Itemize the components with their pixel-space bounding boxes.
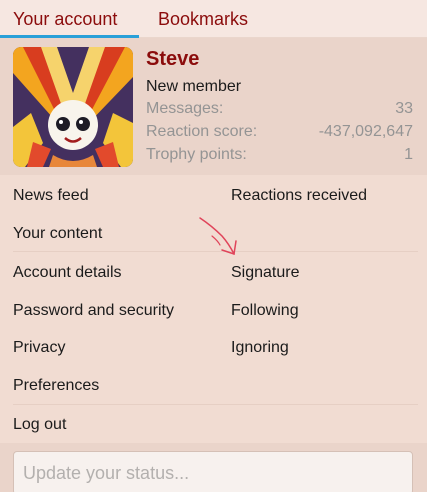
profile-summary: Steve New member Messages: 33 Reaction s… <box>0 38 427 175</box>
stat-label-trophy-points: Trophy points: <box>146 146 247 163</box>
status-bar <box>0 443 427 492</box>
menu-divider <box>13 251 418 252</box>
account-tabs: Your account Bookmarks <box>0 0 427 38</box>
menu-signature[interactable]: Signature <box>231 263 300 283</box>
menu-preferences[interactable]: Preferences <box>13 376 99 396</box>
menu-account-details[interactable]: Account details <box>13 263 122 283</box>
menu-password-and-security[interactable]: Password and security <box>13 301 174 321</box>
tab-bookmarks[interactable]: Bookmarks <box>145 0 261 38</box>
stat-value-messages: 33 <box>395 100 413 117</box>
tab-your-account[interactable]: Your account <box>0 0 139 38</box>
menu-news-feed[interactable]: News feed <box>13 186 89 206</box>
username[interactable]: Steve <box>146 48 199 71</box>
stat-value-trophy-points: 1 <box>404 146 413 163</box>
account-menu: News feed Reactions received Your conten… <box>0 175 427 443</box>
avatar[interactable] <box>13 47 133 167</box>
stat-label-messages: Messages: <box>146 100 224 117</box>
menu-ignoring[interactable]: Ignoring <box>231 338 289 358</box>
status-input[interactable] <box>13 451 413 492</box>
menu-privacy[interactable]: Privacy <box>13 338 65 358</box>
stat-value-reaction-score: -437,092,647 <box>318 123 413 140</box>
stat-label-reaction-score: Reaction score: <box>146 123 258 140</box>
menu-reactions-received[interactable]: Reactions received <box>231 186 367 206</box>
avatar-cartoon-character-icon <box>13 47 133 167</box>
user-title: New member <box>146 78 242 95</box>
menu-following[interactable]: Following <box>231 301 299 321</box>
menu-log-out[interactable]: Log out <box>13 415 66 435</box>
menu-divider <box>13 404 418 405</box>
menu-your-content[interactable]: Your content <box>13 224 102 244</box>
